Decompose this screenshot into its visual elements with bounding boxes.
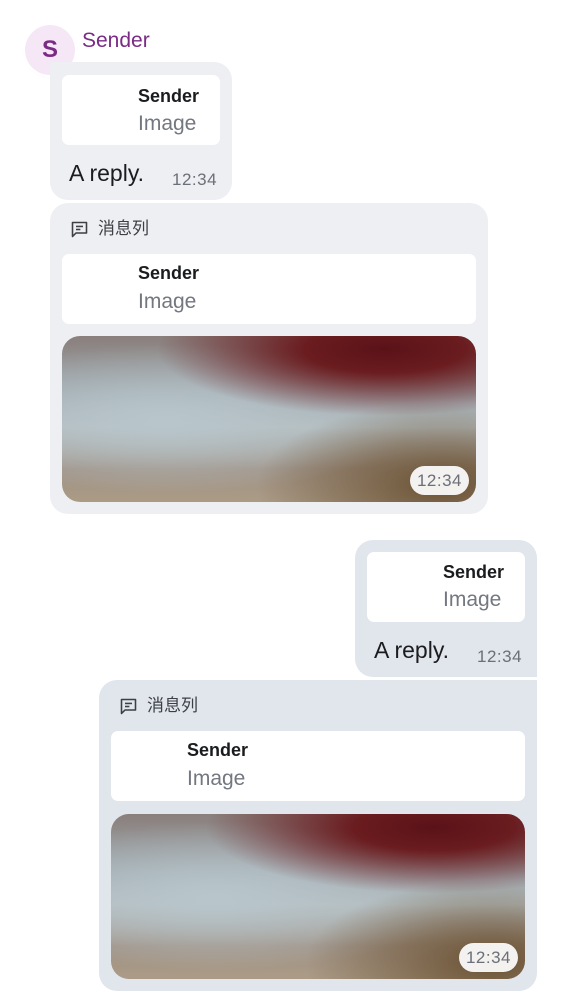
reply-quote-type: Image [138,290,197,313]
image-timestamp: 12:34 [458,943,518,972]
message-bubble-outgoing-reply[interactable]: Sender Image A reply. 12:34 [355,540,537,677]
message-image[interactable]: 12:34 [62,336,476,502]
reply-quote-sender: Sender [138,263,200,283]
reply-quote[interactable]: Sender Image [367,552,525,622]
message-text: A reply. [374,637,449,663]
reply-quote-type: Image [187,767,246,790]
message-text: A reply. [69,160,144,186]
message-bubble-incoming-image[interactable]: 消息列 Sender Image 12:34 [50,203,488,514]
sender-name[interactable]: Sender [82,27,150,55]
avatar-letter: S [41,36,58,63]
message-bubble-incoming-reply[interactable]: Sender Image A reply. 12:34 [50,62,232,200]
thread-link[interactable]: 消息列 [69,218,149,240]
thread-icon [120,698,137,714]
reply-quote[interactable]: Sender Image [62,254,476,324]
message-timestamp: 12:34 [172,170,218,189]
reply-quote-sender: Sender [187,740,249,760]
thread-link[interactable]: 消息列 [118,695,198,717]
message-image[interactable]: 12:34 [111,814,525,979]
reply-quote-sender: Sender [138,86,200,106]
thread-label: 消息列 [147,696,198,716]
image-timestamp: 12:34 [409,466,469,495]
thread-label: 消息列 [98,219,149,239]
reply-quote-sender: Sender [443,562,505,582]
message-timestamp: 12:34 [477,647,523,666]
reply-quote-type: Image [443,588,502,611]
thread-icon [71,221,88,237]
reply-quote[interactable]: Sender Image [62,75,220,145]
reply-quote[interactable]: Sender Image [111,731,525,801]
message-bubble-outgoing-image[interactable]: 消息列 Sender Image 12:34 [99,680,537,991]
reply-quote-type: Image [138,112,197,135]
